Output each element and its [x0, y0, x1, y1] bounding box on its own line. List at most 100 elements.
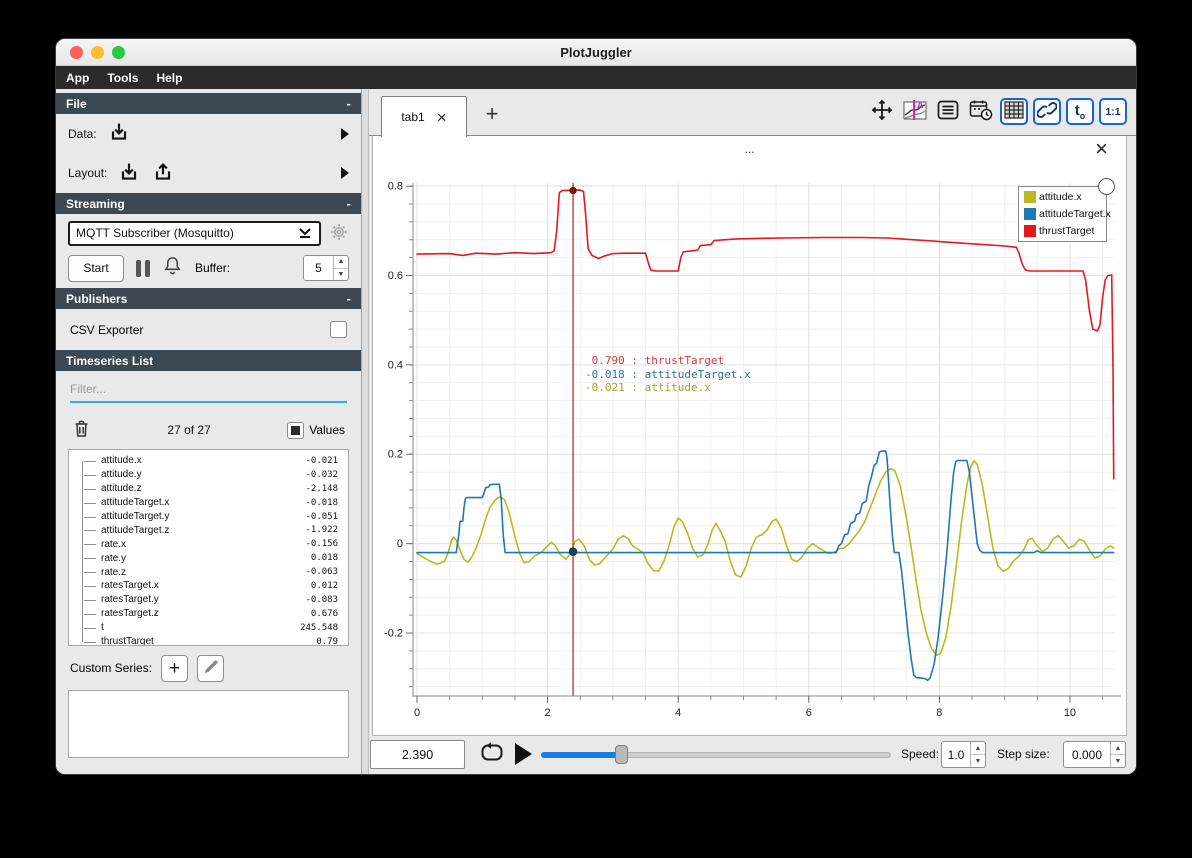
legend[interactable]: attitude.x attitudeTarget.x thrustTarget	[1018, 178, 1115, 242]
timeseries-row[interactable]: ratesTarget.x 0.012	[71, 579, 346, 593]
play-button[interactable]	[515, 742, 535, 766]
collapse-file-icon[interactable]: -	[347, 96, 351, 111]
timeseries-row[interactable]: rate.z -0.063	[71, 565, 346, 579]
step-down-icon[interactable]: ▼	[1111, 755, 1125, 767]
buffer-up-icon[interactable]: ▲	[334, 256, 348, 269]
timeseries-row[interactable]: attitude.y -0.032	[71, 468, 346, 482]
step-size-spinbox[interactable]: 0.000 ▲ ▼	[1063, 741, 1126, 768]
timeseries-row[interactable]: attitude.z -2.148	[71, 482, 346, 496]
menu-tools[interactable]: Tools	[107, 71, 138, 85]
streaming-section-header[interactable]: Streaming -	[56, 193, 361, 214]
add-custom-series-button[interactable]: +	[161, 654, 189, 682]
trash-icon	[72, 419, 91, 442]
collapse-publishers-icon[interactable]: -	[347, 291, 351, 306]
load-layout-button[interactable]	[117, 160, 141, 187]
svg-text:6: 6	[806, 707, 812, 719]
link-axes-button[interactable]	[1033, 98, 1061, 125]
minimize-window-button[interactable]	[91, 46, 104, 59]
maximize-window-button[interactable]	[112, 46, 125, 59]
series-name: rate.x	[101, 538, 127, 550]
timeseries-list[interactable]: attitude.x -0.021 attitude.y -0.032 atti…	[68, 449, 349, 646]
timeseries-row[interactable]: attitudeTarget.z -1.922	[71, 523, 346, 537]
plot-toolbar: A to 1:1	[868, 98, 1127, 125]
timeseries-row[interactable]: attitudeTarget.x -0.018	[71, 496, 346, 510]
ratio-one-to-one-button[interactable]: 1:1	[1099, 98, 1127, 125]
time-offset-button[interactable]: to	[1066, 98, 1094, 125]
data-label: Data:	[68, 126, 97, 141]
plot-widget[interactable]: ... × 0 2 4 6 8 10 -0.2 0 0.2 0.4 0.6 0.8 0.790 : t…	[372, 136, 1127, 736]
legend-color-swatch	[1024, 225, 1036, 237]
current-time-box[interactable]: 2.390	[370, 740, 465, 769]
timeseries-row[interactable]: attitudeTarget.y -0.051	[71, 510, 346, 524]
slider-fill	[541, 752, 622, 758]
speed-value: 1.0	[947, 747, 965, 762]
layout-expand-arrow-icon[interactable]	[341, 167, 349, 180]
streaming-settings-button[interactable]	[329, 222, 349, 245]
filter-input[interactable]	[70, 377, 347, 403]
speed-down-icon[interactable]: ▼	[971, 755, 985, 767]
collapse-streaming-icon[interactable]: -	[347, 196, 351, 211]
one-to-one-icon: 1:1	[1105, 105, 1121, 118]
publishers-section-header[interactable]: Publishers -	[56, 288, 361, 309]
chart-canvas[interactable]: 0 2 4 6 8 10 -0.2 0 0.2 0.4 0.6 0.8	[373, 136, 1128, 736]
slider-handle[interactable]	[614, 745, 628, 764]
pan-zoom-button[interactable]	[868, 98, 896, 125]
add-tab-button[interactable]: +	[477, 99, 507, 129]
series-name: t	[101, 622, 104, 634]
data-expand-arrow-icon[interactable]	[341, 127, 349, 140]
legend-item[interactable]: attitude.x	[1024, 191, 1101, 203]
grid-layout-button[interactable]	[1000, 98, 1028, 125]
legend-handle-icon[interactable]	[1098, 178, 1115, 195]
timeseries-row[interactable]: thrustTarget 0.79	[71, 635, 346, 645]
step-size-value: 0.000	[1071, 747, 1103, 762]
loop-button[interactable]	[479, 742, 505, 767]
list-view-button[interactable]	[934, 98, 962, 125]
file-section-header[interactable]: File -	[56, 93, 361, 114]
menu-app[interactable]: App	[66, 71, 89, 85]
legend-item[interactable]: attitudeTarget.x	[1024, 208, 1111, 220]
streaming-source-value: MQTT Subscriber (Mosquitto)	[76, 226, 234, 240]
timeseries-row[interactable]: t 245.548	[71, 621, 346, 635]
timeseries-row[interactable]: ratesTarget.z 0.676	[71, 607, 346, 621]
series-name: attitudeTarget.z	[101, 524, 170, 536]
plot-close-button[interactable]: ×	[1095, 138, 1108, 160]
buffer-down-icon[interactable]: ▼	[334, 269, 348, 281]
svg-text:0: 0	[414, 707, 420, 719]
pause-icon[interactable]	[136, 259, 150, 277]
plot-title[interactable]: ...	[373, 142, 1126, 156]
series-name: attitude.y	[101, 469, 142, 481]
save-layout-button[interactable]	[151, 160, 175, 187]
menu-help[interactable]: Help	[156, 71, 182, 85]
date-time-button[interactable]	[967, 98, 995, 125]
delete-series-button[interactable]	[72, 419, 91, 442]
streaming-source-select[interactable]: MQTT Subscriber (Mosquitto)	[68, 220, 321, 246]
buffer-spinbox[interactable]: 5 ▲ ▼	[303, 255, 349, 281]
series-value: -0.156	[305, 539, 338, 550]
load-data-button[interactable]	[107, 120, 131, 147]
tab-tab1[interactable]: tab1 ×	[381, 96, 467, 137]
zoom-selection-button[interactable]: A	[901, 98, 929, 125]
title-bar: PlotJuggler	[56, 39, 1136, 66]
timeseries-row[interactable]: rate.y 0.018	[71, 551, 346, 565]
grid-icon	[1004, 101, 1024, 122]
custom-series-list[interactable]	[68, 690, 349, 758]
edit-custom-series-button[interactable]	[197, 654, 225, 682]
tab-close-icon[interactable]: ×	[437, 109, 447, 126]
bell-icon[interactable]	[162, 255, 183, 281]
timeseries-row[interactable]: attitude.x -0.021	[71, 454, 346, 468]
panel-splitter[interactable]	[361, 89, 369, 774]
layout-label: Layout:	[68, 166, 108, 181]
speed-up-icon[interactable]: ▲	[971, 742, 985, 755]
timeseries-row[interactable]: rate.x -0.156	[71, 537, 346, 551]
step-up-icon[interactable]: ▲	[1111, 742, 1125, 755]
close-window-button[interactable]	[70, 46, 83, 59]
timeline-slider[interactable]	[541, 740, 891, 769]
timeseries-row[interactable]: ratesTarget.y -0.083	[71, 593, 346, 607]
start-streaming-button[interactable]: Start	[68, 254, 124, 282]
values-checkbox[interactable]	[287, 421, 305, 439]
series-value: -0.063	[305, 567, 338, 578]
timeseries-section-header[interactable]: Timeseries List	[56, 350, 361, 371]
csv-exporter-checkbox[interactable]	[330, 321, 347, 338]
speed-spinbox[interactable]: 1.0 ▲ ▼	[941, 741, 986, 768]
legend-item[interactable]: thrustTarget	[1024, 225, 1101, 237]
